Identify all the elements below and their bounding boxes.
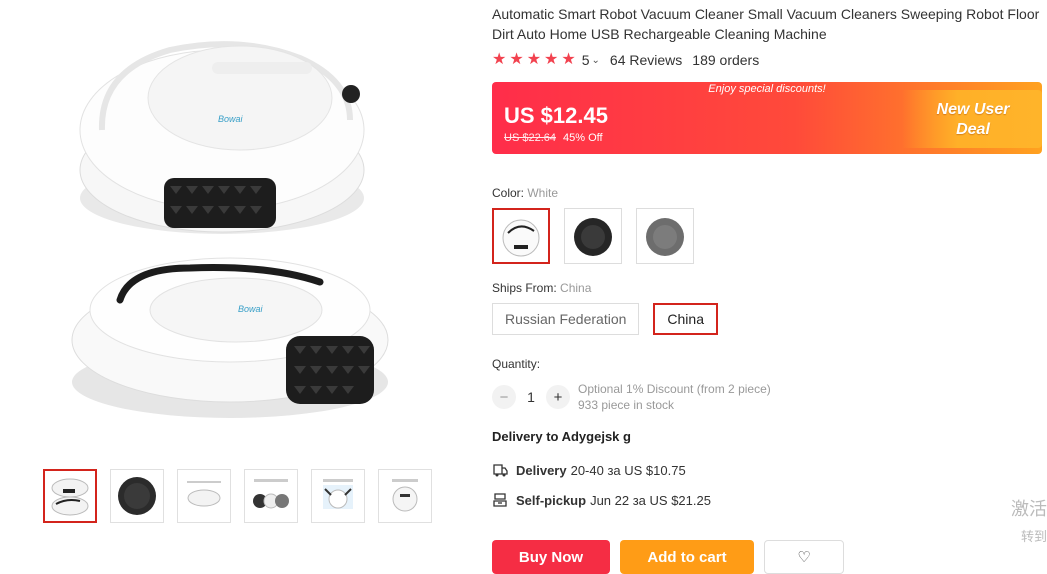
rating-stars: ★ ★ ★ ★ ★ xyxy=(492,52,576,68)
orders-count: 189 orders xyxy=(692,52,760,68)
thumbnail-5[interactable] xyxy=(311,469,365,523)
buy-now-button[interactable]: Buy Now xyxy=(492,540,610,574)
price-banner: Enjoy special discounts! US $12.45 US $2… xyxy=(492,82,1042,154)
product-brand-mark-bottom: Bowai xyxy=(238,304,264,314)
star-icon: ★ xyxy=(526,51,542,68)
reviews-link[interactable]: 64 Reviews xyxy=(610,52,682,68)
ship-option-china[interactable]: China xyxy=(653,303,718,335)
courier-label: Delivery xyxy=(516,462,567,478)
current-price: US $12.45 xyxy=(504,103,608,128)
ship-option-russia[interactable]: Russian Federation xyxy=(492,303,640,335)
swatch-white[interactable] xyxy=(492,208,550,264)
pickup-label: Self-pickup xyxy=(516,492,587,508)
thumbnail-4[interactable] xyxy=(244,469,298,523)
original-price: US $22.64 xyxy=(504,132,556,144)
delivery-destination[interactable]: Delivery to Adygejsk g xyxy=(492,429,1047,444)
quantity-decrease-button[interactable]: − xyxy=(492,385,516,409)
ships-from-label: Ships From: xyxy=(492,281,557,295)
rating-row: ★ ★ ★ ★ ★ 5 ⌄ 64 Reviews 189 orders xyxy=(492,52,1047,69)
thumbnail-6[interactable] xyxy=(378,469,432,523)
rating-value[interactable]: 5 xyxy=(582,52,590,68)
product-info-panel: Automatic Smart Robot Vacuum Cleaner Sma… xyxy=(492,0,1047,574)
thumbnail-1[interactable] xyxy=(43,469,97,523)
truck-icon xyxy=(493,464,508,477)
ships-from-options: Russian Federation China xyxy=(492,303,1047,335)
product-title: Automatic Smart Robot Vacuum Cleaner Sma… xyxy=(492,6,1040,42)
chevron-down-icon[interactable]: ⌄ xyxy=(592,55,600,66)
heart-icon: ♡ xyxy=(797,549,811,566)
courier-detail: 20-40 за US $10.75 xyxy=(570,462,686,478)
quantity-value[interactable]: 1 xyxy=(516,389,546,405)
color-selected: White xyxy=(527,186,559,200)
product-gallery: Bowai Bowai xyxy=(0,0,470,558)
wishlist-button[interactable]: ♡ xyxy=(764,540,844,574)
deal-text: New User Deal xyxy=(918,100,1028,140)
action-buttons: Buy Now Add to cart ♡ xyxy=(492,540,844,574)
add-to-cart-button[interactable]: Add to cart xyxy=(620,540,754,574)
star-icon: ★ xyxy=(544,51,559,68)
os-watermark-line2: 转到 xyxy=(1020,529,1047,544)
color-swatches xyxy=(492,208,1047,264)
pickup-detail: Jun 22 за US $21.25 xyxy=(590,492,711,508)
pickup-icon xyxy=(493,493,507,507)
thumbnail-strip xyxy=(43,469,432,523)
new-user-deal-badge[interactable]: New User Deal xyxy=(902,90,1042,148)
quantity-info: Optional 1% Discount (from 2 piece) 933 … xyxy=(578,381,771,413)
delivery-pickup-row: Self-pickup Jun 22 за US $21.25 xyxy=(492,492,1047,508)
swatch-gray[interactable] xyxy=(636,208,694,264)
thumbnail-3[interactable] xyxy=(177,469,231,523)
price-old-row: US $22.64 45% Off xyxy=(504,132,603,144)
quantity-increase-button[interactable]: + xyxy=(546,385,570,409)
star-icon: ★ xyxy=(492,51,507,68)
os-watermark-line1: 激活 xyxy=(1011,499,1047,519)
thumbnail-2[interactable] xyxy=(110,469,164,523)
quantity-stepper: − 1 + Optional 1% Discount (from 2 piece… xyxy=(492,381,1047,413)
product-brand-mark-top: Bowai xyxy=(218,114,244,124)
deal-line-2: Deal xyxy=(956,121,990,138)
discount-percent: 45% Off xyxy=(563,132,603,144)
color-label-row: Color: White xyxy=(492,186,1047,200)
swatch-black[interactable] xyxy=(564,208,622,264)
color-label: Color: xyxy=(492,186,525,200)
quantity-label: Quantity: xyxy=(492,357,541,371)
star-icon: ★ xyxy=(561,51,576,68)
ships-from-label-row: Ships From: China xyxy=(492,281,1047,295)
stock-note: 933 piece in stock xyxy=(578,398,675,412)
product-main-image[interactable]: Bowai Bowai xyxy=(40,10,420,450)
star-icon: ★ xyxy=(509,51,524,68)
deal-line-1: New User xyxy=(936,101,1010,118)
delivery-courier-row: Delivery 20-40 за US $10.75 xyxy=(492,462,1047,478)
bulk-discount-note: Optional 1% Discount (from 2 piece) xyxy=(578,382,771,396)
ships-from-selected: China xyxy=(560,281,592,295)
